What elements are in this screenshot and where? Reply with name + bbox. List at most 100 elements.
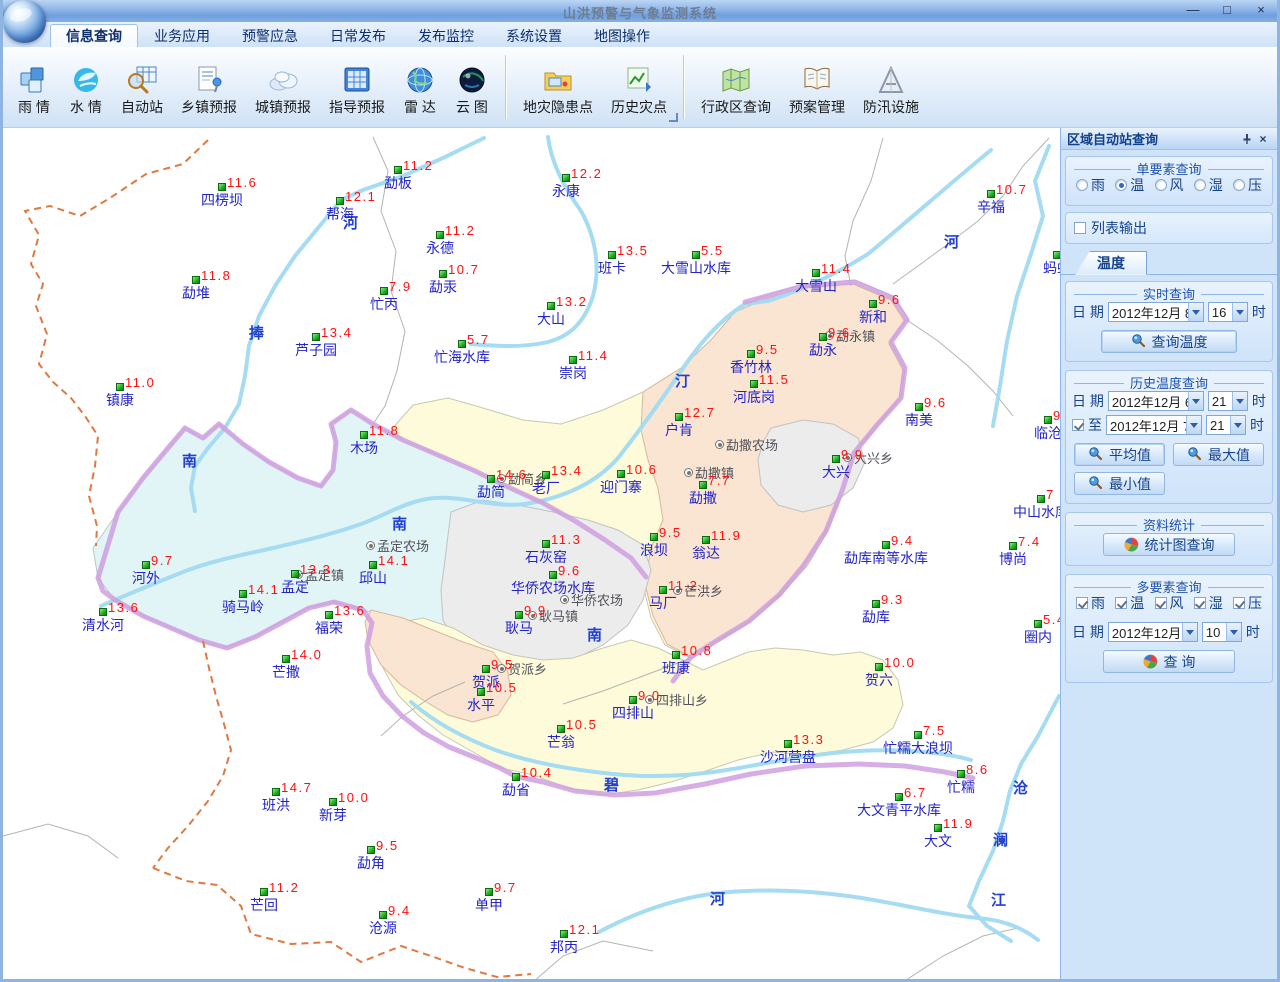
toolbar-water-button[interactable]: 水 情 [60, 51, 112, 123]
township-forecast-icon [192, 65, 226, 95]
toolbar-admin-region-query-button[interactable]: 行政区查询 [692, 51, 780, 123]
station-name: 大雪山 [795, 276, 837, 296]
toolbar-button-label: 地灾隐患点 [523, 97, 593, 117]
checkbox-option-湿[interactable]: 湿 [1194, 593, 1223, 613]
tab-map-operations[interactable]: 地图操作 [578, 24, 666, 47]
chevron-down-icon[interactable] [1230, 416, 1245, 434]
station-name: 老厂 [532, 478, 560, 498]
history-start-date-combo[interactable]: 2012年12月 6日 [1108, 391, 1204, 411]
admin-region-query-icon [719, 65, 753, 95]
radio-option-压[interactable]: 压 [1233, 175, 1262, 195]
toolbar-geo-hazard-button[interactable]: 地灾隐患点 [514, 51, 602, 123]
toolbar-radar-button[interactable]: 雷 达 [394, 51, 446, 123]
statistics-chart-query-button[interactable]: 统计图查询 [1103, 533, 1235, 556]
chevron-down-icon[interactable] [1232, 303, 1247, 321]
checkbox-option-风[interactable]: 风 [1155, 593, 1184, 613]
radio-option-风[interactable]: 风 [1155, 175, 1184, 195]
max-value-button[interactable]: 最大值 [1173, 443, 1264, 466]
station-name: 沙河营盘 [760, 747, 816, 767]
realtime-hour-combo[interactable]: 16 [1208, 302, 1248, 322]
window-title: 山洪预警与气象监测系统 [0, 3, 1280, 22]
list-output-row[interactable]: 列表输出 [1065, 212, 1273, 244]
checkbox-label: 雨 [1091, 593, 1105, 613]
station-name: 孟定 [281, 577, 309, 597]
toolbar-town-forecast-button[interactable]: 城镇预报 [246, 51, 320, 123]
station-name: 清水河 [82, 615, 124, 635]
toolbar-history-disaster-button[interactable]: 历史灾点 [602, 51, 676, 123]
history-end-date-combo[interactable]: 2012年12月 7日 [1106, 415, 1202, 435]
chevron-down-icon[interactable] [1226, 623, 1241, 641]
checkbox-option-压[interactable]: 压 [1233, 593, 1262, 613]
realtime-date-combo[interactable]: 2012年12月 8日 [1108, 302, 1204, 322]
tab-warning-emergency[interactable]: 预警应急 [226, 24, 314, 47]
station-name: 南美 [905, 410, 933, 430]
checkbox-option-雨[interactable]: 雨 [1076, 593, 1105, 613]
town-name: 贺派乡 [508, 659, 547, 678]
station-value: 13.3 [793, 732, 824, 747]
pie-chart-icon [1124, 537, 1139, 552]
station-name: 邱山 [359, 568, 387, 588]
pin-icon[interactable] [1239, 131, 1255, 147]
toolbar-guidance-forecast-button[interactable]: 指导预报 [320, 51, 394, 123]
toolbar-rain-button[interactable]: 雨 情 [8, 51, 60, 123]
river-label: 碧 [604, 774, 619, 795]
tab-info-query[interactable]: 信息查询 [50, 24, 138, 47]
station-value: 7.9 [389, 279, 412, 294]
station-value: 11.2 [445, 223, 475, 238]
list-output-checkbox[interactable] [1074, 222, 1086, 234]
toolbar-button-label: 云 图 [456, 97, 488, 117]
history-start-hour-combo[interactable]: 21 [1208, 391, 1248, 411]
station-value: 9.6 [558, 563, 581, 578]
tab-release-monitor[interactable]: 发布监控 [402, 24, 490, 47]
close-button[interactable]: × [1252, 2, 1270, 18]
station-value: 7.5 [923, 723, 946, 738]
toolbar-flood-facility-button[interactable]: 防汛设施 [854, 51, 928, 123]
radio-option-湿[interactable]: 湿 [1194, 175, 1223, 195]
toolbar-button-label: 防汛设施 [863, 97, 919, 117]
cloud-map-icon [455, 65, 489, 95]
multi-date-combo[interactable]: 2012年12月 8日 [1108, 622, 1198, 642]
tab-daily-release[interactable]: 日常发布 [314, 24, 402, 47]
station-value: 11.9 [943, 816, 973, 831]
radio-option-温[interactable]: 温 [1115, 175, 1144, 195]
checkbox-option-温[interactable]: 温 [1115, 593, 1144, 613]
multi-hour-combo[interactable]: 10 [1202, 622, 1242, 642]
minimize-button[interactable]: — [1184, 2, 1202, 18]
history-end-hour-combo[interactable]: 21 [1206, 415, 1246, 435]
station-name: 帮海 [326, 204, 354, 224]
multi-query-button[interactable]: 查 询 [1103, 650, 1235, 673]
dialog-launcher-icon[interactable] [669, 113, 678, 122]
chevron-down-icon[interactable] [1188, 303, 1203, 321]
search-icon [1131, 333, 1146, 351]
chevron-down-icon[interactable] [1232, 392, 1247, 410]
station-value: 10.0 [338, 790, 369, 805]
title-bar[interactable]: 山洪预警与气象监测系统 — □ × [0, 0, 1280, 22]
min-value-button[interactable]: 最小值 [1074, 472, 1165, 495]
panel-close-icon[interactable]: × [1255, 131, 1271, 147]
maximize-button[interactable]: □ [1218, 2, 1236, 18]
tab-system-settings[interactable]: 系统设置 [490, 24, 578, 47]
station-name: 河底岗 [733, 387, 775, 407]
query-temperature-button[interactable]: 查询温度 [1101, 330, 1237, 353]
radio-option-雨[interactable]: 雨 [1076, 175, 1105, 195]
station-name: 河外 [132, 568, 160, 588]
station-name: 勐简 [477, 482, 505, 502]
toolbar-plan-management-button[interactable]: 预案管理 [780, 51, 854, 123]
toolbar-auto-station-button[interactable]: 自动站 [112, 51, 172, 123]
station-value: 11.4 [578, 348, 608, 363]
toolbar-cloud-map-button[interactable]: 云 图 [446, 51, 498, 123]
to-date-checkbox[interactable] [1072, 419, 1084, 431]
station-value: 9.7 [494, 880, 517, 895]
toolbar-township-forecast-button[interactable]: 乡镇预报 [172, 51, 246, 123]
station-value: 7 [1046, 487, 1055, 502]
chevron-down-icon[interactable] [1188, 392, 1203, 410]
panel-header[interactable]: 区域自动站查询 × [1061, 128, 1277, 150]
radio-icon [1076, 179, 1088, 191]
chevron-down-icon[interactable] [1186, 416, 1201, 434]
average-value-button[interactable]: 平均值 [1074, 443, 1165, 466]
tab-business-app[interactable]: 业务应用 [138, 24, 226, 47]
list-output-label: 列表输出 [1091, 218, 1147, 238]
station-value: 11.2 [403, 158, 433, 173]
chevron-down-icon[interactable] [1182, 623, 1197, 641]
tab-temperature[interactable]: 温度 [1075, 251, 1147, 275]
